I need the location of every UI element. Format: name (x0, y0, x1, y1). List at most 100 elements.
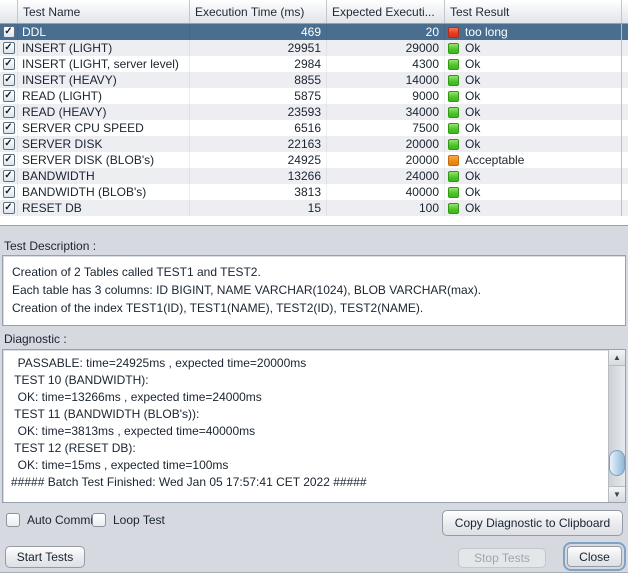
row-checkbox[interactable]: ✓ (3, 154, 15, 166)
test-result-cell: Ok (445, 120, 622, 136)
text-line: PASSABLE: time=24925ms , expected time=2… (11, 355, 600, 372)
test-result-label: too long (465, 25, 508, 39)
table-body: ✓DDL46920too long✓INSERT (LIGHT)29951290… (0, 24, 628, 216)
copy-diagnostic-button[interactable]: Copy Diagnostic to Clipboard (442, 510, 623, 536)
table-row[interactable]: ✓BANDWIDTH1326624000Ok (0, 168, 628, 184)
test-result-label: Ok (465, 121, 480, 135)
execution-time-cell: 2984 (190, 56, 327, 72)
table-row[interactable]: ✓READ (LIGHT)58759000Ok (0, 88, 628, 104)
header-checkbox-column[interactable] (0, 0, 18, 23)
test-result-label: Ok (465, 185, 480, 199)
row-checkbox[interactable]: ✓ (3, 202, 15, 214)
diagnostic-box: PASSABLE: time=24925ms , expected time=2… (2, 349, 626, 503)
test-name-cell: READ (HEAVY) (18, 104, 190, 120)
row-filler (622, 24, 628, 40)
scrollbar-up-icon[interactable]: ▲ (609, 350, 625, 366)
diagnostic-scrollbar[interactable]: ▲ ▼ (608, 350, 625, 502)
header-expected-execution[interactable]: Expected Executi... (327, 0, 445, 23)
row-checkbox[interactable]: ✓ (3, 58, 15, 70)
table-row[interactable]: ✓INSERT (HEAVY)885514000Ok (0, 72, 628, 88)
table-row[interactable]: ✓SERVER DISK2216320000Ok (0, 136, 628, 152)
header-test-name[interactable]: Test Name (18, 0, 190, 23)
expected-time-cell: 14000 (327, 72, 445, 88)
diagnostic-label: Diagnostic : (4, 332, 67, 346)
execution-time-cell: 8855 (190, 72, 327, 88)
test-result-cell: Ok (445, 104, 622, 120)
loop-test-checkbox[interactable] (92, 513, 106, 527)
test-result-cell: Ok (445, 184, 622, 200)
row-filler (622, 200, 628, 216)
test-result-label: Acceptable (465, 153, 524, 167)
test-result-cell: Ok (445, 136, 622, 152)
auto-commit-label: Auto Commit (27, 513, 96, 527)
table-row[interactable]: ✓INSERT (LIGHT, server level)29844300Ok (0, 56, 628, 72)
test-result-cell: Ok (445, 88, 622, 104)
table-row[interactable]: ✓DDL46920 too long (0, 24, 628, 40)
text-line: OK: time=15ms , expected time=100ms (11, 457, 600, 474)
table-row[interactable]: ✓RESET DB15100Ok (0, 200, 628, 216)
execution-time-cell: 5875 (190, 88, 327, 104)
row-checkbox-cell: ✓ (0, 136, 18, 152)
execution-time-cell: 23593 (190, 104, 327, 120)
row-checkbox[interactable]: ✓ (3, 106, 15, 118)
execution-time-cell: 469 (190, 24, 327, 40)
execution-time-cell: 6516 (190, 120, 327, 136)
expected-time-cell: 29000 (327, 40, 445, 56)
test-result-label: Ok (465, 201, 480, 215)
test-name-cell: SERVER DISK (BLOB's) (18, 152, 190, 168)
row-checkbox[interactable]: ✓ (3, 138, 15, 150)
status-icon (448, 203, 459, 214)
row-filler (622, 136, 628, 152)
stop-tests-button[interactable]: Stop Tests (458, 548, 546, 568)
row-checkbox[interactable]: ✓ (3, 186, 15, 198)
test-result-cell: Ok (445, 168, 622, 184)
row-filler (622, 184, 628, 200)
test-result-cell: Ok (445, 200, 622, 216)
table-row[interactable]: ✓SERVER CPU SPEED65167500Ok (0, 120, 628, 136)
row-filler (622, 40, 628, 56)
header-test-result[interactable]: Test Result (445, 0, 622, 23)
status-icon (448, 75, 459, 86)
row-checkbox[interactable]: ✓ (3, 74, 15, 86)
scrollbar-thumb[interactable] (609, 450, 625, 476)
loop-test-option: Loop Test (92, 512, 165, 528)
loop-test-label: Loop Test (113, 513, 165, 527)
table-row[interactable]: ✓READ (HEAVY)2359334000Ok (0, 104, 628, 120)
test-name-cell: INSERT (LIGHT) (18, 40, 190, 56)
header-execution-time[interactable]: Execution Time (ms) (190, 0, 327, 23)
expected-time-cell: 9000 (327, 88, 445, 104)
status-icon (448, 59, 459, 70)
close-button[interactable]: Close (567, 546, 622, 567)
table-row[interactable]: ✓SERVER DISK (BLOB's)2492520000Acceptabl… (0, 152, 628, 168)
expected-time-cell: 20 (327, 24, 445, 40)
test-name-cell: INSERT (LIGHT, server level) (18, 56, 190, 72)
row-filler (622, 56, 628, 72)
scrollbar-down-icon[interactable]: ▼ (609, 486, 625, 502)
row-checkbox[interactable]: ✓ (3, 26, 15, 38)
auto-commit-checkbox[interactable] (6, 513, 20, 527)
table-empty-area (0, 216, 628, 225)
benchmark-test-window: Test Name Execution Time (ms) Expected E… (0, 0, 628, 573)
test-result-cell: Ok (445, 56, 622, 72)
row-checkbox-cell: ✓ (0, 72, 18, 88)
row-checkbox-cell: ✓ (0, 104, 18, 120)
row-checkbox-cell: ✓ (0, 24, 18, 40)
test-name-cell: RESET DB (18, 200, 190, 216)
text-line: Each table has 3 columns: ID BIGINT, NAM… (12, 281, 616, 299)
row-checkbox[interactable]: ✓ (3, 170, 15, 182)
row-checkbox-cell: ✓ (0, 56, 18, 72)
test-result-cell: Acceptable (445, 152, 622, 168)
row-checkbox[interactable]: ✓ (3, 42, 15, 54)
table-row[interactable]: ✓BANDWIDTH (BLOB's)381340000Ok (0, 184, 628, 200)
test-name-cell: DDL (18, 24, 190, 40)
status-icon (448, 187, 459, 198)
table-row[interactable]: ✓INSERT (LIGHT)2995129000Ok (0, 40, 628, 56)
expected-time-cell: 100 (327, 200, 445, 216)
auto-commit-option: Auto Commit (6, 512, 96, 528)
diagnostic-textarea[interactable]: PASSABLE: time=24925ms , expected time=2… (3, 350, 608, 502)
execution-time-cell: 24925 (190, 152, 327, 168)
start-tests-button[interactable]: Start Tests (5, 546, 85, 568)
row-checkbox[interactable]: ✓ (3, 122, 15, 134)
row-checkbox[interactable]: ✓ (3, 90, 15, 102)
test-name-cell: BANDWIDTH (BLOB's) (18, 184, 190, 200)
